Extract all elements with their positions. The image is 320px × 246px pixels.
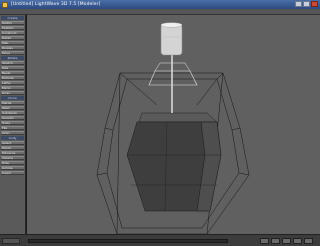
sidebar-item-triple[interactable]: Triple — [1, 121, 24, 125]
sidebar-item-move[interactable]: Move — [1, 51, 24, 55]
sidebar-item-merge[interactable]: Merge — [1, 101, 24, 105]
timeline-track[interactable] — [28, 239, 228, 243]
close-button[interactable] — [311, 1, 318, 7]
minimize-button[interactable] — [295, 1, 302, 7]
window-title: [Untitled] LightWave 3D 7.5 [Modeler] — [11, 2, 101, 7]
sidebar-item-rotate[interactable]: Rotate — [1, 56, 24, 60]
3d-viewport[interactable] — [27, 15, 320, 234]
sidebar-item-clone[interactable]: Clone — [1, 96, 24, 100]
sidebar-item-extrude[interactable]: Extrude — [1, 76, 24, 80]
sidebar-item-smooth[interactable]: Smooth — [1, 116, 24, 120]
status-button-5[interactable] — [304, 238, 313, 244]
sidebar-item-detail[interactable]: Detail — [1, 36, 24, 40]
sidebar-item-hide[interactable]: Hide — [1, 161, 24, 165]
sidebar-item-bevel[interactable]: Bevel — [1, 71, 24, 75]
sidebar-item-stretch[interactable]: Stretch — [1, 61, 24, 65]
status-button-3[interactable] — [282, 238, 291, 244]
sidebar-item-multiply[interactable]: Multiply — [1, 26, 24, 30]
sidebar-item-construct[interactable]: Construct — [1, 31, 24, 35]
sidebar-item-modify[interactable]: Modify — [1, 21, 24, 25]
maximize-button[interactable] — [303, 1, 310, 7]
sidebar-item-weld[interactable]: Weld — [1, 106, 24, 110]
sidebar-item-points[interactable]: Points — [1, 146, 24, 150]
sidebar-item-display[interactable]: Display — [1, 46, 24, 50]
sidebar-item-size[interactable]: Size — [1, 66, 24, 70]
sidebar-item-volume[interactable]: Volume — [1, 156, 24, 160]
cap-object — [148, 22, 198, 113]
sidebar-item-subdivide[interactable]: Subdivide — [1, 111, 24, 115]
status-button-1[interactable] — [260, 238, 269, 244]
status-button-2[interactable] — [271, 238, 280, 244]
sidebar-item-create[interactable]: Create — [1, 16, 24, 20]
sidebar-item-map[interactable]: Map — [1, 41, 24, 45]
status-button-4[interactable] — [293, 238, 302, 244]
viewport-canvas[interactable] — [27, 15, 320, 234]
window-controls — [295, 1, 318, 7]
sidebar-item-select[interactable]: Select — [1, 141, 24, 145]
tool-sidebar: Create Modify Multiply Construct Detail Map Di… — [0, 15, 26, 234]
sidebar-item-align[interactable]: Align — [1, 131, 24, 135]
status-bar — [0, 234, 320, 246]
sidebar-item-flip[interactable]: Flip — [1, 126, 24, 130]
sidebar-item-array[interactable]: Array — [1, 91, 24, 95]
title-bar: [Untitled] LightWave 3D 7.5 [Modeler] — [0, 0, 320, 9]
sidebar-item-mirror[interactable]: Mirror — [1, 86, 24, 90]
sidebar-item-invert[interactable]: Invert — [1, 171, 24, 175]
sidebar-item-polygons[interactable]: Polygons — [1, 151, 24, 155]
mesh-body — [126, 112, 222, 212]
sidebar-item-lathe[interactable]: Lathe — [1, 81, 24, 85]
sidebar-item-unify[interactable]: Unify — [1, 136, 24, 140]
status-field — [2, 238, 20, 244]
sidebar-item-unhide[interactable]: Unhide — [1, 166, 24, 170]
app-icon — [2, 1, 8, 8]
